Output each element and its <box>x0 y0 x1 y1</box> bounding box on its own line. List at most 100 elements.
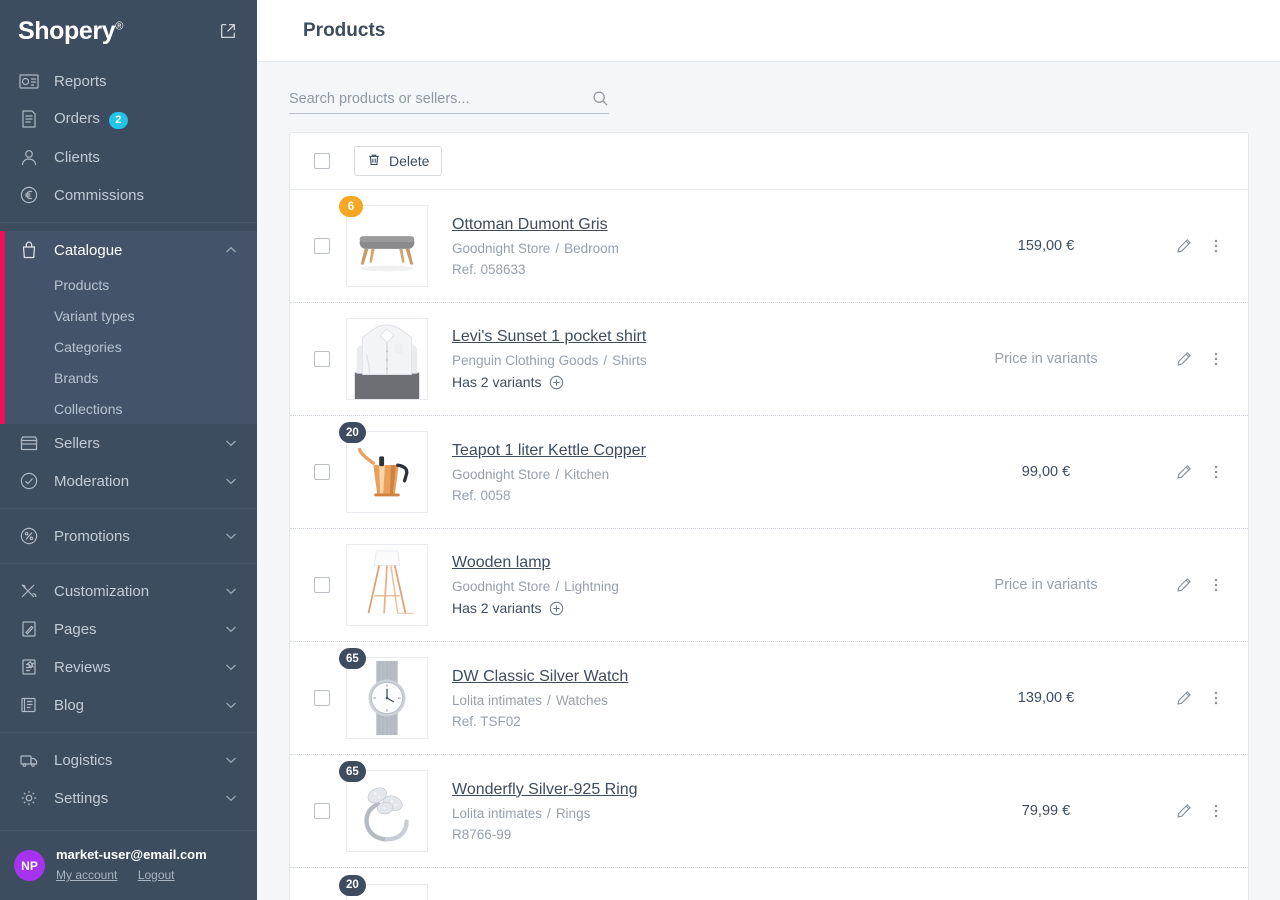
chevron-down-icon[interactable] <box>223 473 239 489</box>
sidebar-item-brands[interactable]: Brands <box>0 362 257 393</box>
sidebar-section-catalogue: Catalogue Products Variant types Categor… <box>0 231 257 424</box>
pencil-icon[interactable] <box>1176 803 1192 819</box>
sidebar-item-variant-types[interactable]: Variant types <box>0 300 257 331</box>
sub-item-label: Products <box>54 277 109 293</box>
product-meta: Penguin Clothing Goods/Shirts <box>452 353 956 368</box>
table-row[interactable]: 20 Wire Bowl, Copper bowl <box>290 868 1248 900</box>
table-row[interactable]: 20 Teapot 1 liter Kettle Copper Goodnigh… <box>290 416 1248 529</box>
bag-icon <box>18 240 40 260</box>
product-thumbnail[interactable] <box>346 318 428 400</box>
product-name-link[interactable]: Wonderfly Silver-925 Ring <box>452 781 638 799</box>
chevron-down-icon[interactable] <box>223 697 239 713</box>
sidebar-item-label: Customization <box>54 583 223 600</box>
pencil-icon[interactable] <box>1176 464 1192 480</box>
more-vertical-icon[interactable] <box>1208 690 1224 706</box>
product-seller: Goodnight Store <box>452 467 550 482</box>
chevron-down-icon[interactable] <box>223 435 239 451</box>
sidebar-item-commissions[interactable]: Commissions <box>0 176 257 214</box>
plus-circle-icon[interactable] <box>549 601 564 616</box>
sidebar-item-reviews[interactable]: Reviews <box>0 648 257 686</box>
product-ref: Ref. 0058 <box>452 488 956 503</box>
table-row[interactable]: Levi's Sunset 1 pocket shirt Penguin Clo… <box>290 303 1248 416</box>
pencil-icon[interactable] <box>1176 577 1192 593</box>
sidebar-item-sellers[interactable]: Sellers <box>0 424 257 462</box>
product-name-link[interactable]: DW Classic Silver Watch <box>452 668 628 686</box>
delete-button[interactable]: Delete <box>354 146 442 176</box>
sidebar-item-blog[interactable]: Blog <box>0 686 257 724</box>
content-area: Delete 6 Ottoman Dumont Gris Goodnight S… <box>257 62 1280 900</box>
row-checkbox[interactable] <box>314 351 330 367</box>
search-field <box>289 90 609 114</box>
chevron-up-icon[interactable] <box>223 242 239 258</box>
user-links: My account Logout <box>56 866 207 884</box>
sidebar-item-customization[interactable]: Customization <box>0 572 257 610</box>
percent-icon <box>18 526 40 546</box>
product-thumbnail[interactable] <box>346 544 428 626</box>
sidebar-item-logistics[interactable]: Logistics <box>0 741 257 779</box>
sidebar-item-categories[interactable]: Categories <box>0 331 257 362</box>
product-thumbnail[interactable] <box>346 205 428 287</box>
table-row[interactable]: Wooden lamp Goodnight Store/Lightning Ha… <box>290 529 1248 642</box>
logout-link[interactable]: Logout <box>138 868 175 882</box>
external-link-icon[interactable] <box>219 22 237 40</box>
chevron-down-icon[interactable] <box>223 528 239 544</box>
pencil-icon[interactable] <box>1176 351 1192 367</box>
row-checkbox[interactable] <box>314 464 330 480</box>
row-checkbox[interactable] <box>314 577 330 593</box>
sidebar-item-settings[interactable]: Settings <box>0 779 257 817</box>
nav-group-system: Logistics Settings <box>0 741 257 817</box>
product-thumbnail[interactable] <box>346 770 428 852</box>
sidebar-item-pages[interactable]: Pages <box>0 610 257 648</box>
sidebar-nav: Reports Orders2 <box>0 62 257 830</box>
more-vertical-icon[interactable] <box>1208 577 1224 593</box>
row-checkbox[interactable] <box>314 803 330 819</box>
sidebar-item-catalogue[interactable]: Catalogue <box>0 231 257 269</box>
chevron-down-icon[interactable] <box>223 752 239 768</box>
select-all-checkbox[interactable] <box>314 153 330 169</box>
table-row[interactable]: 65 Wonderfly Silver-925 Ring Lolita inti… <box>290 755 1248 868</box>
chevron-down-icon[interactable] <box>223 790 239 806</box>
sidebar-item-orders[interactable]: Orders2 <box>0 100 257 138</box>
sidebar-item-label: Promotions <box>54 528 223 545</box>
more-vertical-icon[interactable] <box>1208 351 1224 367</box>
chevron-down-icon[interactable] <box>223 659 239 675</box>
meta-separator: / <box>555 467 559 482</box>
stock-badge: 20 <box>339 422 366 443</box>
pencil-icon[interactable] <box>1176 238 1192 254</box>
user-email: market-user@email.com <box>56 847 207 864</box>
plus-circle-icon[interactable] <box>549 375 564 390</box>
reports-icon <box>18 71 40 91</box>
search-input[interactable] <box>289 91 592 107</box>
search-icon[interactable] <box>592 90 609 107</box>
more-vertical-icon[interactable] <box>1208 803 1224 819</box>
table-row[interactable]: 65 DW Classic Silver Watch Lolita intima… <box>290 642 1248 755</box>
row-checkbox[interactable] <box>314 238 330 254</box>
sidebar-item-promotions[interactable]: Promotions <box>0 517 257 555</box>
row-actions <box>1136 238 1224 254</box>
sidebar-item-clients[interactable]: Clients <box>0 138 257 176</box>
product-name-link[interactable]: Teapot 1 liter Kettle Copper <box>452 442 646 460</box>
chevron-down-icon[interactable] <box>223 583 239 599</box>
product-name-link[interactable]: Ottoman Dumont Gris <box>452 216 608 234</box>
more-vertical-icon[interactable] <box>1208 238 1224 254</box>
avatar[interactable]: NP <box>14 850 45 881</box>
sidebar-item-moderation[interactable]: Moderation <box>0 462 257 500</box>
sidebar-item-reports[interactable]: Reports <box>0 62 257 100</box>
product-thumbnail[interactable] <box>346 657 428 739</box>
my-account-link[interactable]: My account <box>56 868 117 882</box>
table-row[interactable]: 6 Ottoman Dumont Gris Goodnight Store/Be… <box>290 190 1248 303</box>
product-price: 99,00 € <box>956 464 1136 480</box>
chevron-down-icon[interactable] <box>223 621 239 637</box>
more-vertical-icon[interactable] <box>1208 464 1224 480</box>
pencil-icon[interactable] <box>1176 690 1192 706</box>
product-name-link[interactable]: Levi's Sunset 1 pocket shirt <box>452 328 646 346</box>
sidebar-item-products[interactable]: Products <box>0 269 257 300</box>
main-area: Products <box>257 0 1280 900</box>
product-name-link[interactable]: Wooden lamp <box>452 554 550 572</box>
row-checkbox[interactable] <box>314 690 330 706</box>
sidebar-item-collections[interactable]: Collections <box>0 393 257 424</box>
clients-icon <box>18 147 40 167</box>
row-actions <box>1136 803 1224 819</box>
product-thumbnail[interactable] <box>346 431 428 513</box>
brand-logo[interactable]: Shopery® <box>18 19 123 44</box>
